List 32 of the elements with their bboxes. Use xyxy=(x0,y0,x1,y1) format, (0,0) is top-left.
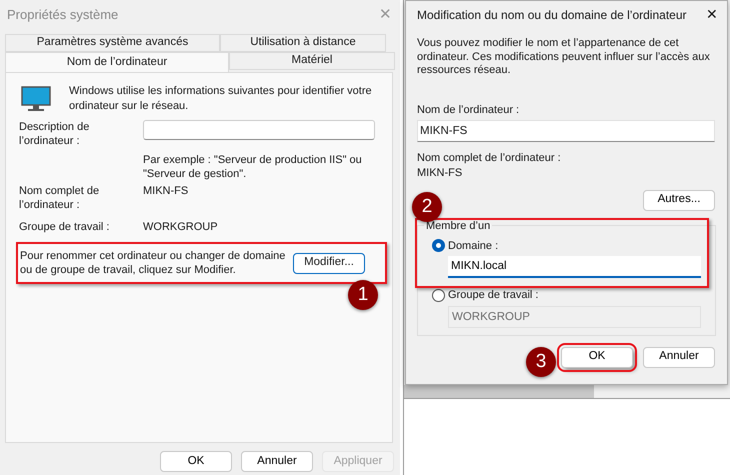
description-field[interactable] xyxy=(143,120,375,140)
more-button[interactable]: Autres... xyxy=(643,190,715,210)
field-label: Description de l’ordinateur : xyxy=(19,120,90,148)
radio-button[interactable] xyxy=(432,239,445,252)
field-label: Nom de l’ordinateur : xyxy=(417,104,520,116)
field-value: WORKGROUP xyxy=(143,220,218,234)
modify-button[interactable]: Modifier... xyxy=(293,252,365,274)
field-value: MIKN-FS xyxy=(417,166,462,180)
monitor-icon xyxy=(21,86,51,112)
intro-text: Windows utilise les informations suivantes pour identifier votre ordinateur sur le réseau. xyxy=(69,84,373,114)
field-label: Nom complet de l’ordinateur : xyxy=(417,152,562,164)
hint-text: Par exemple : "Serveur de production IIS" ou "Serveur de gestion". xyxy=(143,153,363,181)
dialog-button[interactable]: OK xyxy=(160,451,232,472)
radio-button[interactable] xyxy=(432,288,445,302)
window-title: Propriétés système xyxy=(7,6,118,24)
field-label: Groupe de travail : xyxy=(19,220,110,234)
dialog-button[interactable]: Annuler xyxy=(643,346,715,368)
dialog-intro: Vous pouvez modifier le nom et l’appartenance de cet ordinateur. Ces modifications peuvent influer sur l’accès aux ressources réseau. xyxy=(417,37,711,78)
tab[interactable]: Paramètres système avancés xyxy=(5,34,220,52)
rename-text: Pour renommer cet ordinateur ou changer de domaine ou de groupe de travail, cliquez sur Modifier. xyxy=(20,249,286,277)
radio-label: Domaine : xyxy=(448,238,498,254)
dialog-title: Modification du nom ou du domaine de l’ordinateur xyxy=(417,6,687,24)
field-label: Nom complet de l’ordinateur : xyxy=(19,184,100,212)
dialog-button[interactable]: Annuler xyxy=(241,451,313,472)
radio-label: Groupe de travail : xyxy=(448,288,538,303)
tab[interactable]: Matériel xyxy=(229,52,395,70)
domain-field[interactable]: MIKN.local xyxy=(448,256,701,278)
field-value: MIKN-FS xyxy=(143,184,188,199)
tab[interactable]: Utilisation à distance xyxy=(220,34,386,52)
tab[interactable]: Nom de l’ordinateur xyxy=(5,52,229,72)
computer-name-field[interactable]: MIKN-FS xyxy=(417,120,715,142)
close-icon[interactable]: ✕ xyxy=(706,4,718,25)
